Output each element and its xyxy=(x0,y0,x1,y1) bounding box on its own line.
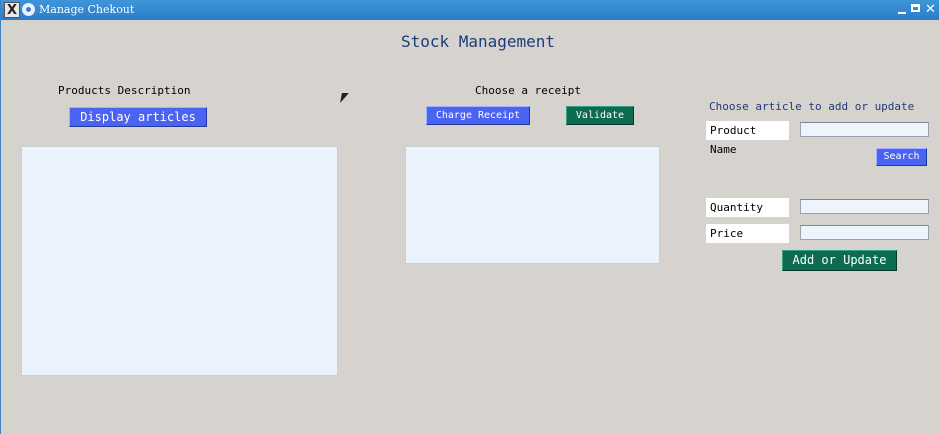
quantity-label: Quantity xyxy=(706,198,789,217)
minimize-icon[interactable] xyxy=(896,3,909,16)
display-articles-button[interactable]: Display articles xyxy=(69,107,207,127)
window-title: Manage Chekout xyxy=(39,3,135,16)
app-window: X Manage Chekout ✕ Stock Management Prod… xyxy=(0,0,939,434)
window-menu-icon[interactable] xyxy=(22,3,35,16)
product-name-label: Product Name xyxy=(706,121,789,156)
quantity-input[interactable] xyxy=(800,199,929,214)
search-button[interactable]: Search xyxy=(876,148,927,166)
products-description-label: Products Description xyxy=(58,84,191,97)
product-name-input[interactable] xyxy=(800,122,929,137)
page-title: Stock Management xyxy=(400,32,556,51)
title-bar[interactable]: X Manage Chekout ✕ xyxy=(1,0,939,20)
receipt-list-panel[interactable] xyxy=(405,146,660,264)
price-label: Price xyxy=(706,224,789,243)
price-input[interactable] xyxy=(800,225,929,240)
maximize-icon[interactable] xyxy=(910,3,923,16)
add-or-update-button[interactable]: Add or Update xyxy=(782,250,897,271)
products-list-panel[interactable] xyxy=(21,146,338,376)
charge-receipt-button[interactable]: Charge Receipt xyxy=(426,106,530,125)
choose-article-label: Choose article to add or update xyxy=(709,100,915,113)
close-icon[interactable]: ✕ xyxy=(924,3,937,16)
choose-receipt-label: Choose a receipt xyxy=(475,84,581,97)
validate-button[interactable]: Validate xyxy=(566,106,634,125)
x-app-icon: X xyxy=(4,2,20,18)
